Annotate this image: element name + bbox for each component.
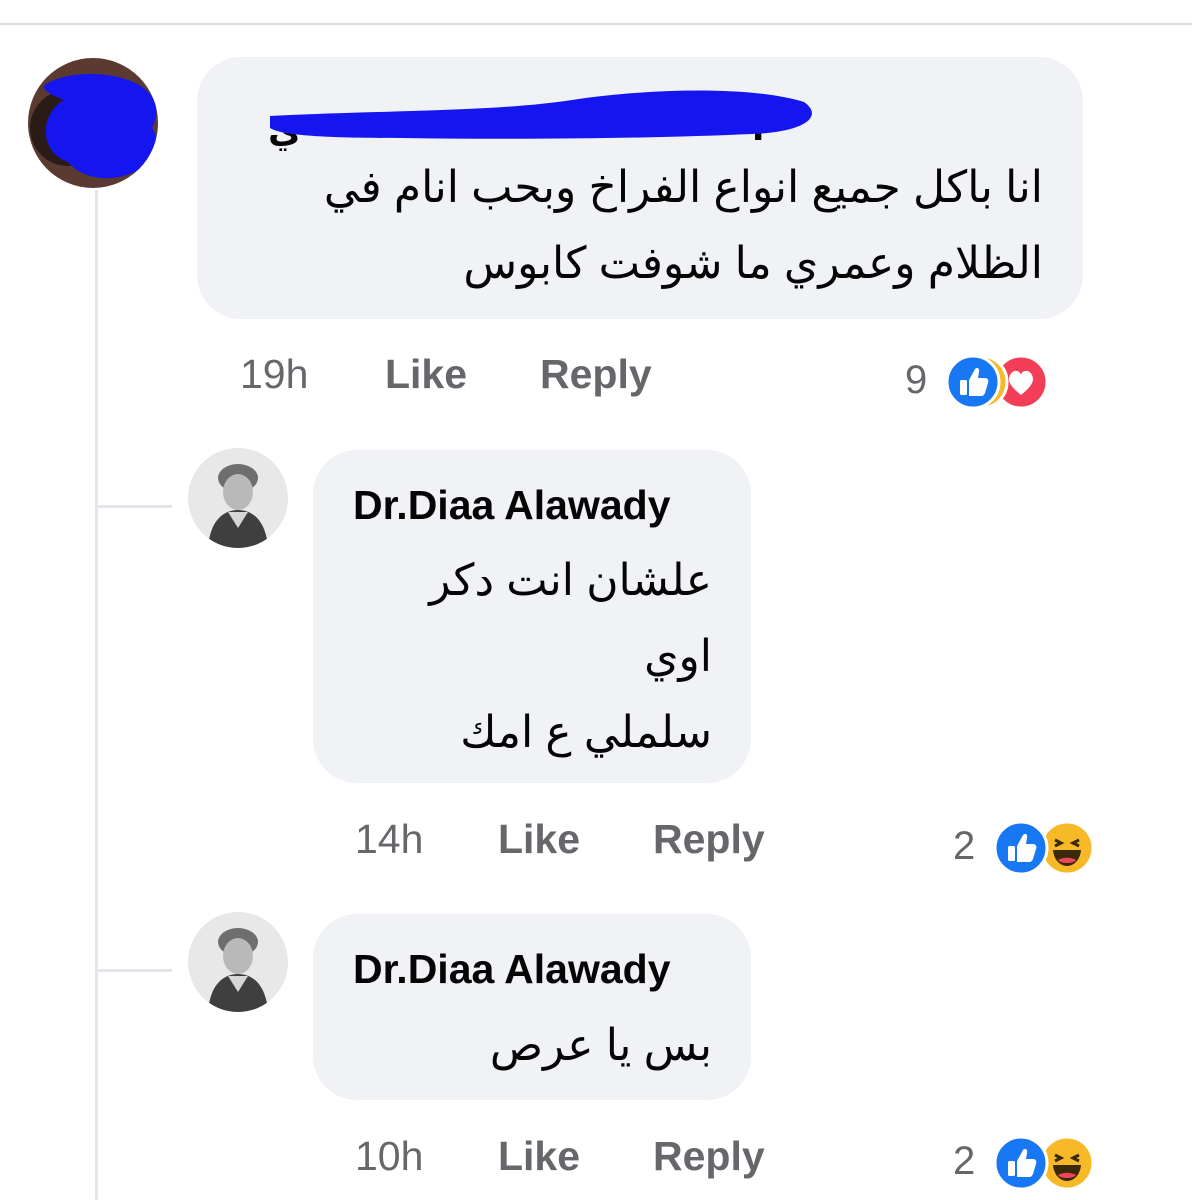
reply-button[interactable]: Reply <box>540 351 652 398</box>
comment-text-line: بس يا عرص <box>489 1021 712 1070</box>
comment-timestamp: 14h <box>355 816 424 862</box>
thread-branch <box>97 505 172 508</box>
comment-text: علشان انت دكر اوي سلملي ع امك <box>340 543 712 771</box>
avatar[interactable] <box>188 912 288 1012</box>
comment-text: انا باكل جميع انواع الفراخ وبحب انام في … <box>220 150 1043 302</box>
redacted-author-name: ي ا <box>268 90 812 151</box>
avatar-image <box>188 448 288 548</box>
like-icon <box>993 820 1049 876</box>
reaction-count: 2 <box>953 824 976 868</box>
comment-text-line: علشان انت دكر <box>429 556 712 605</box>
comment-timestamp: 19h <box>240 351 309 397</box>
avatar[interactable] <box>28 58 158 188</box>
comment-text-line: انا باكل جميع انواع الفراخ وبحب انام في <box>323 163 1043 212</box>
comment-text: بس يا عرص <box>340 1008 712 1084</box>
reaction-count: 9 <box>905 358 928 402</box>
like-button[interactable]: Like <box>498 816 580 863</box>
top-divider <box>0 23 1192 25</box>
reaction-summary[interactable]: 2 <box>953 1135 1103 1191</box>
reaction-count: 2 <box>953 1139 976 1183</box>
comment-timestamp: 10h <box>355 1133 424 1179</box>
avatar-image <box>188 912 288 1012</box>
reply-button[interactable]: Reply <box>653 816 765 863</box>
reaction-summary[interactable]: 2 <box>953 820 1103 876</box>
comment-author[interactable]: Dr.Diaa Alawady <box>353 482 671 529</box>
reply-button[interactable]: Reply <box>653 1133 765 1180</box>
comment-text-line: سلملي ع امك <box>460 708 712 757</box>
avatar-image-redacted <box>28 58 158 188</box>
reaction-summary[interactable]: 9 <box>905 354 1105 410</box>
thread-branch <box>97 969 172 972</box>
like-icon <box>993 1135 1049 1191</box>
thread-line <box>95 190 98 1200</box>
avatar[interactable] <box>188 448 288 548</box>
comment-text-line: الظلام وعمري ما شوفت كابوس <box>463 239 1043 288</box>
like-button[interactable]: Like <box>385 351 467 398</box>
like-icon <box>945 354 1001 410</box>
like-button[interactable]: Like <box>498 1133 580 1180</box>
comment-text-line: اوي <box>644 632 712 681</box>
comment-author[interactable]: Dr.Diaa Alawady <box>353 946 671 993</box>
